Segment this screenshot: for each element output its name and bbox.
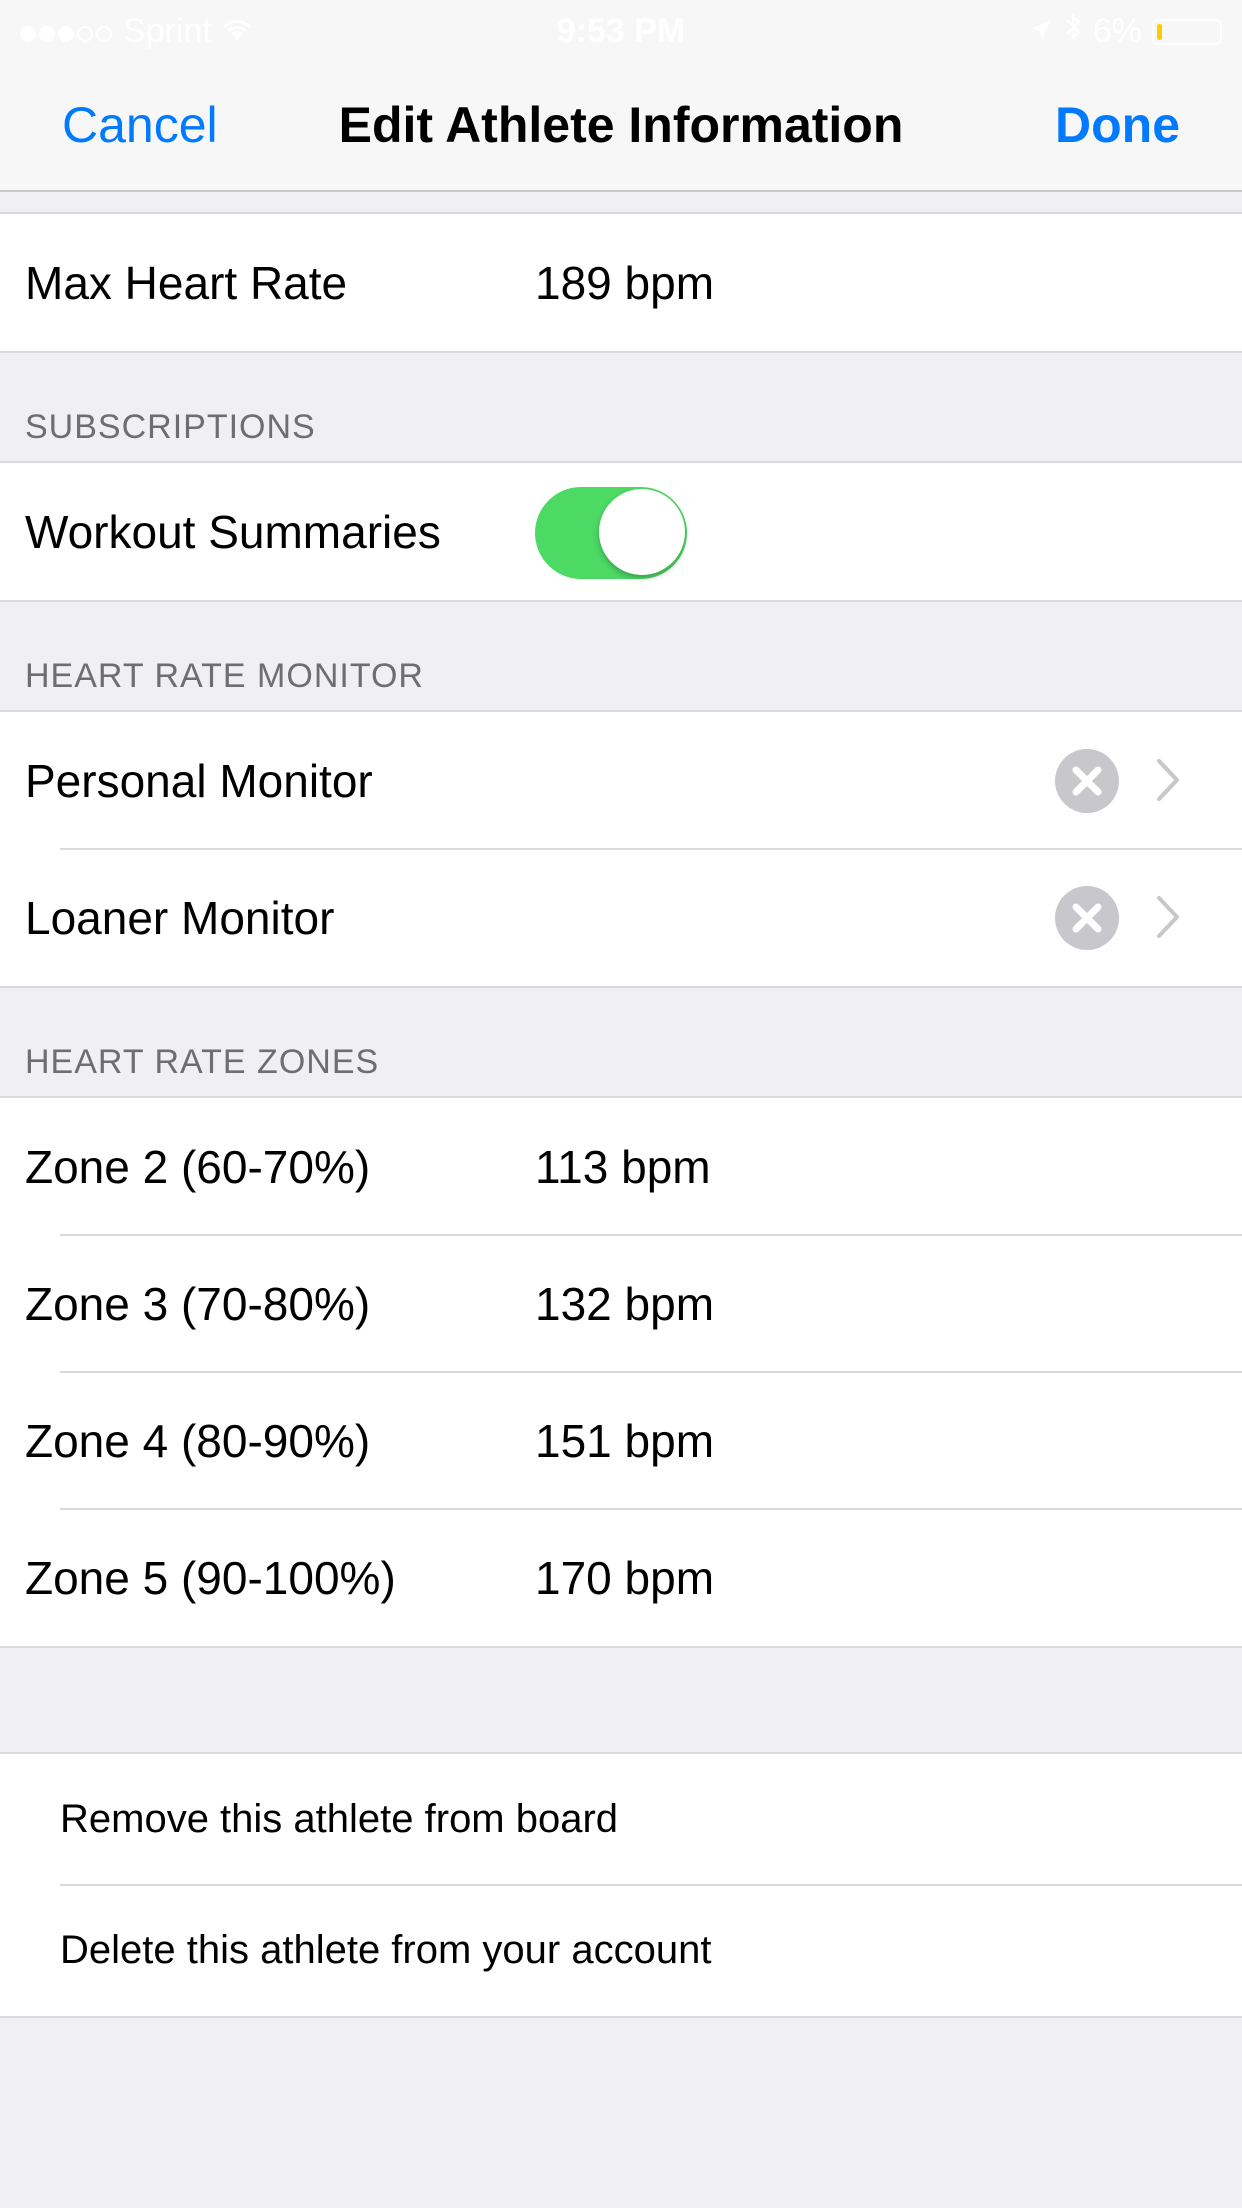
loaner-monitor-label: Loaner Monitor	[25, 891, 335, 944]
subscriptions-group: Workout Summaries	[0, 461, 1242, 602]
clear-x-circle-icon[interactable]	[1055, 886, 1119, 950]
zone-value[interactable]: 170 bpm	[535, 1551, 714, 1605]
loaner-monitor-row[interactable]: Loaner Monitor	[0, 848, 1242, 986]
location-arrow-icon	[1029, 12, 1053, 51]
zone-value[interactable]: 132 bpm	[535, 1277, 714, 1331]
max-heart-rate-group: Max Heart Rate 189 bpm	[0, 212, 1242, 353]
chevron-right-icon	[1157, 896, 1179, 938]
battery-icon	[1152, 18, 1222, 45]
status-bar: Sprint 9:53 PM 6%	[0, 0, 1242, 60]
zone-row[interactable]: Zone 3 (70-80%) 132 bpm	[0, 1234, 1242, 1372]
zone-label: Zone 5 (90-100%)	[25, 1551, 396, 1604]
battery-percent: 6%	[1092, 12, 1142, 50]
athlete-actions-group: Remove this athlete from board Delete th…	[0, 1752, 1242, 2018]
zone-value[interactable]: 113 bpm	[535, 1140, 711, 1194]
subscriptions-header: SUBSCRIPTIONS	[25, 408, 316, 446]
max-heart-rate-value[interactable]: 189 bpm	[535, 256, 714, 310]
max-heart-rate-label: Max Heart Rate	[25, 256, 348, 309]
personal-monitor-row[interactable]: Personal Monitor	[0, 712, 1242, 849]
heart-rate-zones-header: HEART RATE ZONES	[25, 1043, 380, 1081]
chevron-right-icon	[1157, 759, 1179, 801]
zone-value[interactable]: 151 bpm	[535, 1414, 714, 1468]
max-heart-rate-row[interactable]: Max Heart Rate 189 bpm	[0, 214, 1242, 351]
personal-monitor-label: Personal Monitor	[25, 754, 373, 807]
zone-label: Zone 3 (70-80%)	[25, 1277, 371, 1330]
workout-summaries-row: Workout Summaries	[0, 463, 1242, 600]
zone-label: Zone 2 (60-70%)	[25, 1140, 371, 1193]
zone-row[interactable]: Zone 2 (60-70%) 113 bpm	[0, 1098, 1242, 1235]
zone-row[interactable]: Zone 5 (90-100%) 170 bpm	[0, 1508, 1242, 1646]
heart-rate-monitor-header: HEART RATE MONITOR	[25, 657, 424, 695]
toggle-knob	[599, 489, 685, 575]
clear-x-circle-icon[interactable]	[1055, 749, 1119, 813]
delete-athlete-label: Delete this athlete from your account	[60, 1928, 712, 1972]
heart-rate-zones-group: Zone 2 (60-70%) 113 bpm Zone 3 (70-80%) …	[0, 1096, 1242, 1648]
workout-summaries-toggle[interactable]	[535, 487, 687, 579]
heart-rate-monitor-group: Personal Monitor Loaner Monitor	[0, 710, 1242, 988]
delete-athlete-button[interactable]: Delete this athlete from your account	[0, 1884, 1242, 2016]
workout-summaries-label: Workout Summaries	[25, 505, 441, 558]
bluetooth-icon	[1063, 12, 1083, 51]
zone-row[interactable]: Zone 4 (80-90%) 151 bpm	[0, 1371, 1242, 1509]
settings-list: Max Heart Rate 189 bpm SUBSCRIPTIONS Wor…	[0, 192, 1242, 2018]
remove-athlete-button[interactable]: Remove this athlete from board	[0, 1754, 1242, 1885]
done-button[interactable]: Done	[1055, 96, 1180, 154]
zone-label: Zone 4 (80-90%)	[25, 1414, 371, 1467]
remove-athlete-label: Remove this athlete from board	[60, 1797, 619, 1841]
